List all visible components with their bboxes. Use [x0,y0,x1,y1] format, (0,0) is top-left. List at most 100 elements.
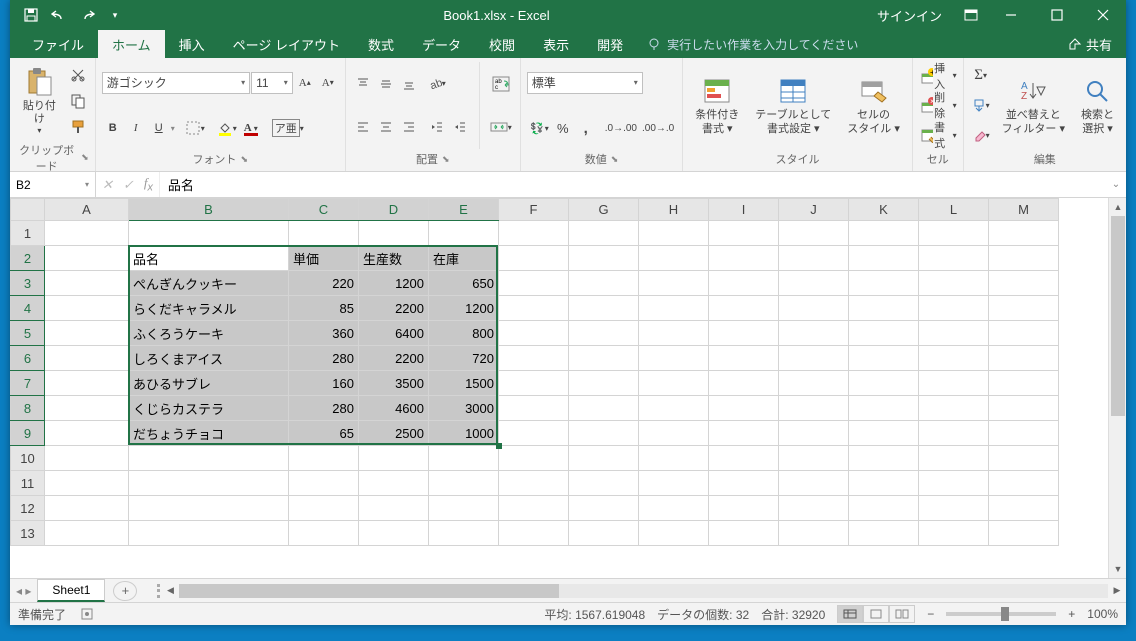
cell-G2[interactable] [569,246,639,271]
cell-A1[interactable] [45,221,129,246]
fill-button[interactable]: ▾ [970,94,992,116]
cell-G4[interactable] [569,296,639,321]
cell-D2[interactable]: 生産数 [359,246,429,271]
cell-C12[interactable] [289,496,359,521]
cell-D7[interactable]: 3500 [359,371,429,396]
cell-J11[interactable] [779,471,849,496]
vscroll-thumb[interactable] [1111,216,1125,416]
cell-B4[interactable]: らくだキャラメル [129,296,289,321]
cell-J6[interactable] [779,346,849,371]
cell-C5[interactable]: 360 [289,321,359,346]
cell-D13[interactable] [359,521,429,546]
cell-C11[interactable] [289,471,359,496]
cell-L1[interactable] [919,221,989,246]
row-header-10[interactable]: 10 [11,446,45,471]
paste-button[interactable]: 貼り付け ▾ [16,62,63,140]
cancel-formula-button[interactable]: ✕ [102,177,113,193]
cell-C10[interactable] [289,446,359,471]
cell-C2[interactable]: 単価 [289,246,359,271]
cell-F9[interactable] [499,421,569,446]
cell-K10[interactable] [849,446,919,471]
decrease-font-button[interactable]: A▾ [317,72,339,94]
phonetic-button[interactable]: ア亜▾ [270,117,306,139]
zoom-level[interactable]: 100% [1087,607,1118,621]
increase-font-button[interactable]: A▴ [294,72,316,94]
cell-D12[interactable] [359,496,429,521]
cell-I5[interactable] [709,321,779,346]
undo-button[interactable] [46,2,72,28]
add-sheet-button[interactable]: + [113,581,137,601]
row-header-9[interactable]: 9 [11,421,45,446]
signin-button[interactable]: サインイン [865,6,954,25]
col-header-M[interactable]: M [989,199,1059,221]
col-header-E[interactable]: E [429,199,499,221]
cell-J5[interactable] [779,321,849,346]
col-header-B[interactable]: B [129,199,289,221]
cell-D6[interactable]: 2200 [359,346,429,371]
clipboard-dialog-launcher[interactable]: ⬊ [81,152,89,163]
format-cells-button[interactable]: 書式 ▾ [919,122,957,148]
cell-B9[interactable]: だちょうチョコ [129,421,289,446]
cell-L5[interactable] [919,321,989,346]
cell-H13[interactable] [639,521,709,546]
cell-M13[interactable] [989,521,1059,546]
tab-developer[interactable]: 開発 [583,30,637,58]
align-right-button[interactable] [398,116,420,138]
cell-H3[interactable] [639,271,709,296]
cell-G7[interactable] [569,371,639,396]
cell-K11[interactable] [849,471,919,496]
cell-styles-button[interactable]: セルの スタイル ▾ [841,62,906,149]
cell-A11[interactable] [45,471,129,496]
cell-E8[interactable]: 3000 [429,396,499,421]
tab-review[interactable]: 校閲 [475,30,529,58]
delete-cells-button[interactable]: ×削除 ▾ [919,92,957,118]
ribbon-display-options[interactable] [954,0,988,30]
cell-J7[interactable] [779,371,849,396]
row-header-5[interactable]: 5 [11,321,45,346]
cell-K8[interactable] [849,396,919,421]
cell-B5[interactable]: ふくろうケーキ [129,321,289,346]
autosum-button[interactable]: Σ ▾ [970,65,992,87]
cell-M6[interactable] [989,346,1059,371]
decrease-indent-button[interactable] [426,116,448,138]
font-name-combo[interactable]: 游ゴシック▾ [102,72,250,94]
cell-I9[interactable] [709,421,779,446]
number-format-combo[interactable]: 標準▾ [527,72,643,94]
fill-color-button[interactable]: ▾ [215,117,239,139]
cell-F4[interactable] [499,296,569,321]
conditional-format-button[interactable]: 条件付き 書式 ▾ [689,62,745,149]
cell-E3[interactable]: 650 [429,271,499,296]
scroll-down-arrow[interactable]: ▼ [1109,560,1126,578]
col-header-K[interactable]: K [849,199,919,221]
cell-M9[interactable] [989,421,1059,446]
border-button[interactable]: ▾ [183,117,207,139]
redo-button[interactable] [74,2,100,28]
row-header-3[interactable]: 3 [11,271,45,296]
cell-C8[interactable]: 280 [289,396,359,421]
cell-K1[interactable] [849,221,919,246]
cell-G9[interactable] [569,421,639,446]
cell-K13[interactable] [849,521,919,546]
cell-B11[interactable] [129,471,289,496]
fill-handle[interactable] [496,443,502,449]
cell-E7[interactable]: 1500 [429,371,499,396]
cell-M1[interactable] [989,221,1059,246]
scroll-left-arrow[interactable]: ◀ [161,585,179,596]
share-button[interactable]: 共有 [1054,30,1126,58]
cell-J12[interactable] [779,496,849,521]
cell-I3[interactable] [709,271,779,296]
cell-F7[interactable] [499,371,569,396]
number-dialog-launcher[interactable]: ⬊ [611,154,619,165]
row-header-2[interactable]: 2 [11,246,45,271]
page-break-view-button[interactable] [889,605,915,623]
name-box[interactable]: B2▾ [10,172,96,197]
cell-I2[interactable] [709,246,779,271]
cell-B6[interactable]: しろくまアイス [129,346,289,371]
cell-K2[interactable] [849,246,919,271]
cell-G8[interactable] [569,396,639,421]
cell-G1[interactable] [569,221,639,246]
wrap-text-button[interactable]: abc [488,73,514,95]
cell-M8[interactable] [989,396,1059,421]
cell-E10[interactable] [429,446,499,471]
tab-data[interactable]: データ [408,30,475,58]
